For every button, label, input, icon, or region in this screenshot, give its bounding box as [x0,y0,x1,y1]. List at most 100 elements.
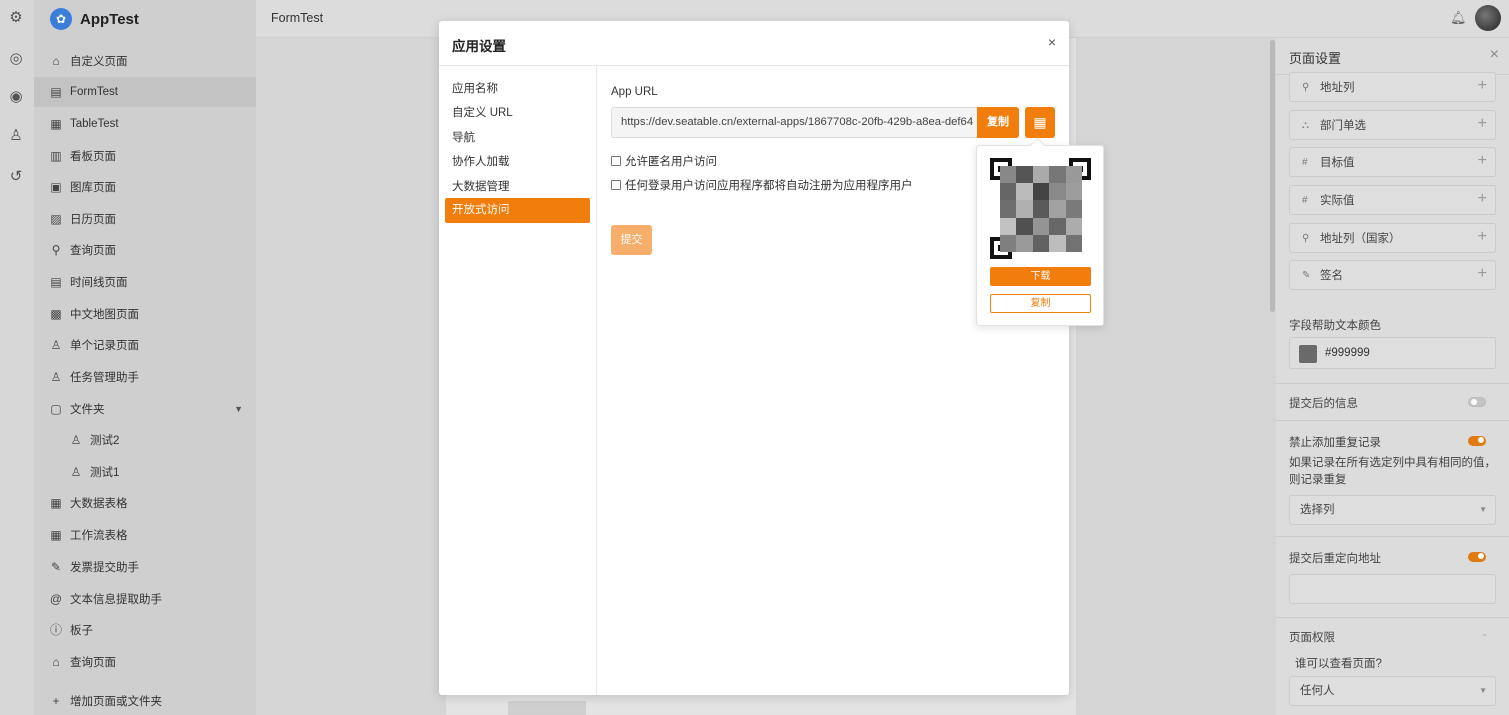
sidebar-item[interactable]: ▦ 大数据表格 [34,488,256,518]
app-url-field[interactable]: https://dev.seatable.cn/external-apps/18… [611,107,977,138]
sidebar-item-label: 日历页面 [70,214,116,226]
submit-button[interactable]: 提交 [611,225,652,255]
checkbox-box[interactable] [611,180,621,190]
copy-url-button[interactable]: 复制 [977,107,1019,138]
sidebar: ✿ AppTest ⌂ 自定义页面 ▤ FormTest ▦ TableTest ▥ 看板页面… [34,0,256,715]
allow-anonymous-checkbox[interactable]: 允许匿名用户访问 [611,153,717,169]
sidebar-item[interactable]: ▥ 看板页面 [34,141,256,171]
app-settings-modal: 应用设置 × 应用名称 自定义 URL 导航 协作人加载 大数据管理 开放式访问 App … [439,21,1069,695]
auto-register-checkbox[interactable]: 任何登录用户访问应用程序都将自动注册为应用程序用户 [611,177,913,193]
scrollbar-thumb[interactable] [1270,40,1275,312]
sidebar-item[interactable]: ⌂ 查询页面 [34,647,256,677]
qr-cell [1032,234,1050,252]
qr-cell [1049,183,1066,201]
sidebar-item[interactable]: ♙ 测试2 [34,425,256,455]
allow-anonymous-label: 允许匿名用户访问 [625,156,717,168]
field-row[interactable]: ⚲ 地址列 + [1289,72,1496,102]
avatar[interactable] [1475,5,1501,31]
modal-nav-item[interactable]: 应用名称 [445,77,590,102]
modal-nav-item[interactable]: 自定义 URL [445,101,590,126]
sidebar-item[interactable]: ⓘ 板子 [34,615,256,645]
sidebar-item[interactable]: @ 文本信息提取助手 [34,584,256,614]
qr-cell [1032,183,1050,201]
chevron-down-icon: ▼ [1479,505,1487,514]
redirect-url-input[interactable] [1289,574,1496,604]
app-url-label: App URL [611,86,658,98]
sidebar-item[interactable]: ♙ 测试1 [34,457,256,487]
divider [1276,617,1509,618]
users-icon[interactable]: ♙ [7,127,25,145]
checkbox-box[interactable] [611,156,621,166]
panel-close-icon[interactable]: × [1490,46,1499,64]
eye-icon[interactable]: ◉ [7,88,25,106]
sidebar-item-label: 查询页面 [70,657,116,669]
download-qr-button[interactable]: 下载 [990,267,1091,286]
qr-cell [1016,166,1033,184]
modal-title: 应用设置 [452,39,506,54]
sidebar-item-label: 文件夹 [70,404,105,416]
field-row[interactable]: ⚲ 地址列（国家） + [1289,223,1496,253]
sidebar-item[interactable]: ♙ 任务管理助手 [34,362,256,392]
add-field-icon[interactable]: + [1478,228,1487,246]
sidebar-item-label: 时间线页面 [70,277,128,289]
sidebar-item-label: 大数据表格 [70,498,128,510]
sidebar-item[interactable]: ▤ FormTest [34,77,256,107]
color-swatch [1299,345,1317,363]
sidebar-item-label: 测试1 [90,467,120,479]
auto-register-label: 任何登录用户访问应用程序都将自动注册为应用程序用户 [625,180,913,192]
sidebar-item-label: 文本信息提取助手 [70,594,162,606]
settings-icon[interactable]: ⚙ [7,9,25,27]
modal-nav-item[interactable]: 导航 [445,126,590,151]
sidebar-item[interactable]: ⚲ 查询页面 [34,235,256,265]
sidebar-item[interactable]: ▦ TableTest [34,109,256,139]
sidebar-item[interactable]: ▩ 中文地图页面 [34,299,256,329]
sidebar-item[interactable]: ▦ 工作流表格 [34,520,256,550]
sidebar-item[interactable]: ♙ 单个记录页面 [34,330,256,360]
history-icon[interactable]: ↺ [7,168,25,186]
field-row[interactable]: # 目标值 + [1289,147,1496,177]
add-field-icon[interactable]: + [1478,77,1487,95]
chevron-down-icon[interactable]: ▼ [234,404,243,414]
select-columns-dropdown[interactable]: 选择列 ▼ [1289,495,1496,525]
field-row[interactable]: ✎ 签名 + [1289,260,1496,290]
sidebar-item[interactable]: ▤ 时间线页面 [34,267,256,297]
close-icon[interactable]: × [1048,34,1056,50]
table-icon: ▦ [50,528,62,542]
field-row[interactable]: # 实际值 + [1289,185,1496,215]
qr-cell [1049,217,1066,235]
modal-nav-item[interactable]: 开放式访问 [445,198,590,223]
sidebar-item[interactable]: ▣ 图库页面 [34,172,256,202]
palette-icon[interactable]: ◎ [7,50,25,68]
sidebar-item[interactable]: ▢ 文件夹 ▼ [34,394,256,424]
copy-qr-button[interactable]: 复制 [990,294,1091,313]
who-can-view-label: 谁可以查看页面? [1295,658,1382,670]
modal-nav-item[interactable]: 大数据管理 [445,175,590,200]
add-field-icon[interactable]: + [1478,115,1487,133]
no-duplicate-toggle[interactable] [1468,436,1486,446]
panel-title: 页面设置 [1289,51,1342,66]
sidebar-item-label: 增加页面或文件夹 [70,696,162,708]
who-can-view-dropdown[interactable]: 任何人 ▼ [1289,676,1496,706]
calendar-icon: ▨ [50,212,62,226]
add-field-icon[interactable]: + [1478,190,1487,208]
field-label: 地址列 [1320,82,1355,94]
bell-icon[interactable]: 🔔︎ [1450,10,1467,26]
help-color-picker[interactable]: #999999 [1289,337,1496,369]
gallery-icon: ▣ [50,180,62,194]
redirect-toggle[interactable] [1468,552,1486,562]
app-brand[interactable]: ✿ AppTest [50,6,139,32]
qr-code-button[interactable]: ▦ [1025,107,1055,138]
field-row[interactable]: ⛬ 部门单选 + [1289,110,1496,140]
add-field-icon[interactable]: + [1478,152,1487,170]
sidebar-item[interactable]: ✎ 发票提交助手 [34,552,256,582]
add-field-icon[interactable]: + [1478,265,1487,283]
after-submit-toggle[interactable] [1468,397,1486,407]
sidebar-item[interactable]: + 增加页面或文件夹 [34,686,256,715]
sidebar-item[interactable]: ▨ 日历页面 [34,204,256,234]
chevron-down-icon[interactable]: ⌄ [1481,628,1489,639]
sidebar-item-label: 图库页面 [70,182,116,194]
sidebar-item-label: 测试2 [90,435,120,447]
sidebar-item[interactable]: ⌂ 自定义页面 [34,46,256,76]
duplicate-description: 如果记录在所有选定列中具有相同的值，则记录重复 [1289,457,1496,486]
modal-nav-item[interactable]: 协作人加载 [445,150,590,175]
